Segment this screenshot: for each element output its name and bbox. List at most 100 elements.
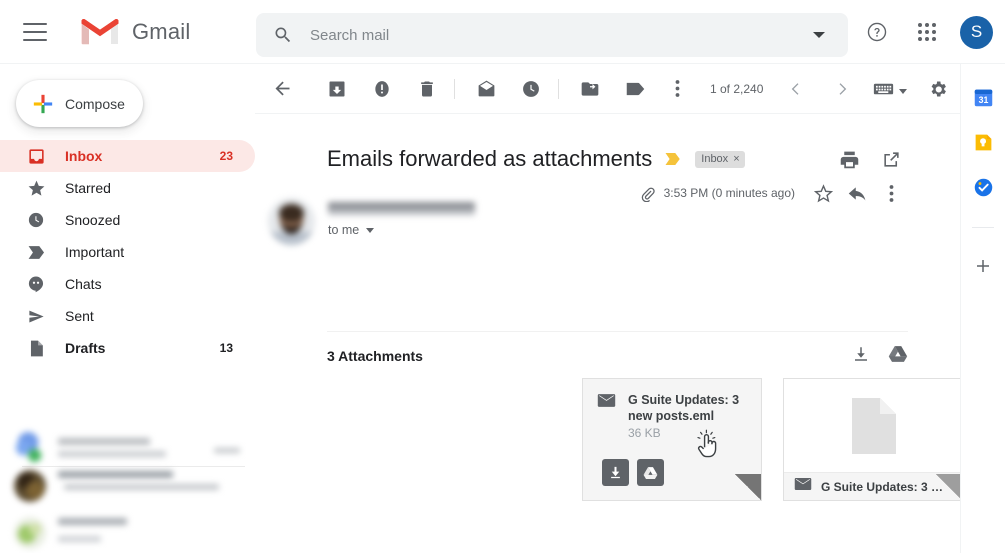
hamburger-menu-icon[interactable] (23, 23, 47, 41)
chat-roster-header[interactable] (0, 424, 255, 467)
google-calendar-button[interactable]: 31 (972, 86, 994, 108)
reply-button[interactable] (840, 176, 874, 210)
add-panel-button[interactable] (972, 255, 994, 277)
chevron-left-icon (792, 82, 799, 95)
search-options-button[interactable] (804, 32, 834, 38)
label-chip-text: Inbox (701, 152, 729, 165)
star-button[interactable] (806, 176, 840, 210)
calendar-date-badge: 31 (978, 94, 988, 104)
page-fold-corner (735, 474, 761, 500)
google-tasks-button[interactable] (972, 176, 994, 198)
google-drive-icon (643, 466, 658, 479)
draft-icon (26, 338, 46, 358)
side-panel: 31 (960, 64, 1005, 553)
message-pane: 1 of 2,240 Emails forwarded as attachmen… (255, 64, 1005, 553)
label-chip-inbox[interactable]: Inbox × (695, 150, 745, 168)
next-button[interactable] (825, 72, 859, 106)
gmail-mark-icon (81, 18, 119, 45)
search-icon (275, 27, 291, 43)
recipient-label: to me (328, 223, 360, 237)
chevron-down-icon[interactable] (366, 227, 375, 233)
sidebar-item-starred[interactable]: Starred (0, 172, 255, 204)
attachments-heading: 3 Attachments (327, 348, 423, 364)
open-in-new-window-button[interactable] (874, 142, 908, 176)
avatar (14, 470, 46, 502)
google-calendar-icon: 31 (974, 89, 992, 106)
message-toolbar: 1 of 2,240 (255, 64, 960, 114)
chat-icon (26, 274, 46, 294)
back-arrow-icon (275, 81, 289, 96)
keyboard-icon (874, 83, 894, 94)
input-tools-button[interactable] (873, 72, 908, 106)
top-bar-actions: S (857, 0, 993, 64)
recipient-row[interactable]: to me (328, 223, 375, 237)
back-button[interactable] (265, 72, 299, 106)
sidebar-item-chats[interactable]: Chats (0, 268, 255, 300)
google-apps-button[interactable] (907, 12, 947, 52)
top-app-bar: Gmail S (0, 0, 1005, 64)
important-marker-icon[interactable] (664, 152, 682, 166)
save-all-to-drive-button[interactable] (888, 345, 908, 368)
attachment-name: G Suite Updates: 3 … (821, 479, 944, 494)
avatar[interactable]: S (960, 15, 993, 49)
report-spam-button[interactable] (365, 72, 399, 106)
chat-roster-header-text (58, 438, 214, 457)
save-attachment-to-drive-button[interactable] (637, 459, 664, 486)
more-vertical-icon (675, 80, 679, 97)
search-input[interactable] (310, 26, 804, 44)
plus-icon (33, 94, 53, 113)
list-item[interactable] (0, 466, 255, 513)
google-drive-icon (888, 346, 908, 362)
snooze-button[interactable] (514, 72, 548, 106)
label-important-icon (26, 242, 46, 262)
download-all-button[interactable] (852, 345, 870, 368)
attachment-card[interactable]: G Suite Updates: 3 new posts.eml 36 KB (582, 378, 762, 501)
google-keep-icon (975, 134, 991, 150)
previous-button[interactable] (779, 72, 813, 106)
sidebar-item-inbox[interactable]: Inbox 23 (0, 140, 255, 172)
archive-icon (329, 81, 345, 96)
delete-button[interactable] (410, 72, 444, 106)
message-meta: 3:53 PM (0 minutes ago) (639, 176, 908, 210)
message-count: 1 of 2,240 (710, 81, 764, 96)
reply-arrow-icon (848, 186, 865, 200)
settings-button[interactable] (921, 72, 955, 106)
more-options-button[interactable] (660, 72, 694, 106)
sidebar-item-snoozed[interactable]: Snoozed (0, 204, 255, 236)
report-spam-icon (375, 80, 389, 97)
download-icon (611, 466, 620, 479)
avatar[interactable] (268, 198, 315, 245)
archive-button[interactable] (320, 72, 354, 106)
avatar-initial: S (970, 22, 983, 41)
move-to-button[interactable] (573, 72, 607, 106)
help-button[interactable] (857, 12, 897, 52)
print-button[interactable] (832, 142, 866, 176)
message-more-button[interactable] (874, 176, 908, 210)
compose-label: Compose (65, 95, 125, 112)
close-icon[interactable]: × (733, 153, 739, 165)
list-item[interactable] (0, 513, 255, 553)
search-bar[interactable] (256, 13, 848, 57)
compose-button[interactable]: Compose (16, 80, 143, 127)
chat-roster-status (214, 447, 240, 453)
download-icon (855, 347, 867, 361)
download-attachment-button[interactable] (602, 459, 629, 486)
mark-unread-button[interactable] (469, 72, 503, 106)
sidebar-item-label: Important (65, 244, 125, 260)
attachment-card[interactable]: G Suite Updates: 3 … (783, 378, 963, 501)
labels-button[interactable] (618, 72, 652, 106)
google-keep-button[interactable] (972, 131, 994, 153)
mark-unread-icon (478, 80, 494, 97)
inbox-icon (26, 146, 46, 166)
sidebar-item-important[interactable]: Important (0, 236, 255, 268)
snooze-clock-icon (523, 80, 539, 97)
gmail-logo[interactable]: Gmail (80, 17, 190, 47)
google-tasks-icon (974, 178, 992, 196)
attachment-cards: G Suite Updates: 3 new posts.eml 36 KB G… (582, 378, 1005, 501)
sidebar-item-sent[interactable]: Sent (0, 300, 255, 332)
sidebar-item-drafts[interactable]: Drafts 13 (0, 332, 255, 364)
pointing-hand-cursor-icon (697, 429, 717, 458)
sidebar-item-count: 13 (219, 341, 233, 355)
sidebar-nav-list: Inbox 23 Starred Snoozed Important Chats… (0, 140, 255, 364)
divider (972, 227, 994, 228)
